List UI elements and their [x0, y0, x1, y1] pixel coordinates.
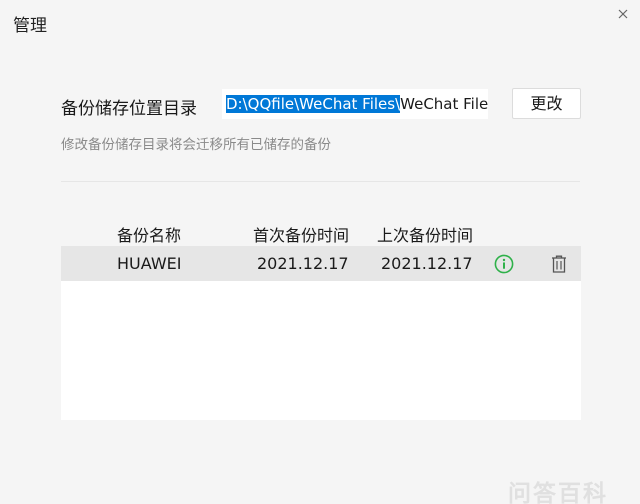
info-icon [494, 254, 514, 274]
path-rest-text: WeChat Files\v [400, 95, 488, 113]
column-header-name: 备份名称 [117, 226, 182, 245]
trash-icon [552, 255, 566, 273]
table-header: 备份名称 首次备份时间 上次备份时间 [61, 222, 581, 245]
backup-manager-window: 管理 备份储存位置目录 D:\QQfile\WeChat Files\WeCha… [0, 0, 640, 504]
column-header-first-time: 首次备份时间 [253, 226, 350, 245]
path-selected-text: D:\QQfile\WeChat Files\ [226, 95, 401, 113]
backup-dir-label: 备份储存位置目录 [61, 99, 197, 119]
change-button[interactable]: 更改 [512, 88, 581, 119]
column-header-last-time: 上次备份时间 [377, 226, 474, 245]
info-button[interactable] [494, 254, 514, 274]
table-row[interactable]: HUAWEI 2021.12.17 2021.12.17 [61, 246, 581, 281]
first-backup-time: 2021.12.17 [257, 254, 349, 273]
last-backup-time: 2021.12.17 [381, 254, 473, 273]
window-title: 管理 [13, 16, 47, 36]
close-icon [618, 9, 628, 19]
backup-list: HUAWEI 2021.12.17 2021.12.17 [61, 246, 581, 420]
divider [61, 181, 580, 182]
watermark: 问答百科 [508, 481, 608, 504]
delete-button[interactable] [550, 254, 568, 274]
backup-path-field[interactable]: D:\QQfile\WeChat Files\WeChat Files\v [222, 89, 488, 119]
backup-dir-hint: 修改备份储存目录将会迁移所有已储存的备份 [61, 137, 331, 153]
backup-name: HUAWEI [117, 254, 182, 273]
close-button[interactable] [613, 4, 633, 24]
